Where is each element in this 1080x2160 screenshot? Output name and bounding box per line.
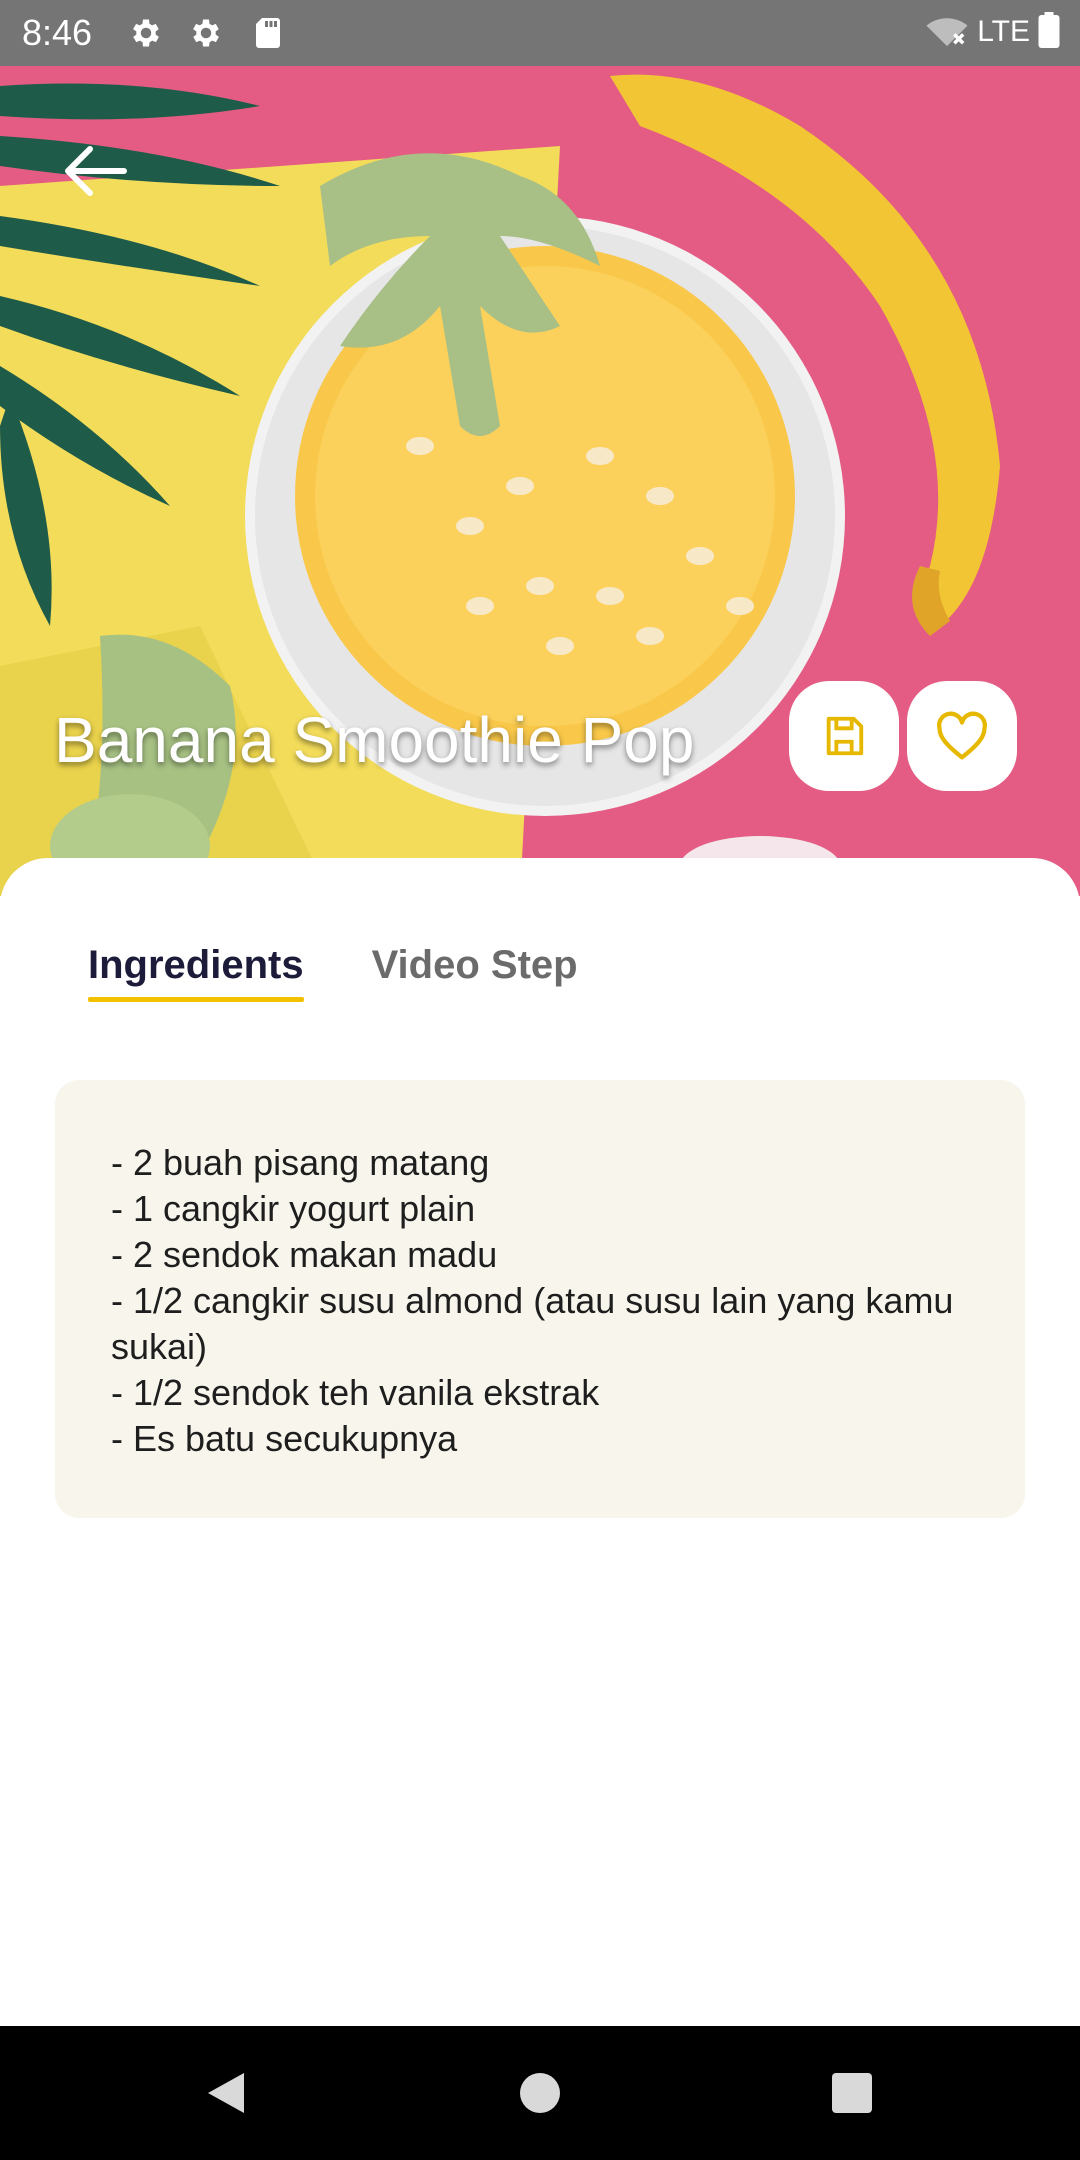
heart-icon bbox=[937, 711, 987, 760]
nav-recents-button[interactable] bbox=[822, 2063, 882, 2123]
tab-ingredients[interactable]: Ingredients bbox=[88, 938, 304, 1002]
ingredients-card: - 2 buah pisang matang - 1 cangkir yogur… bbox=[55, 1080, 1025, 1518]
recipe-detail-screen: 8:46 LTE Banana Smoothie Pop Ingredients… bbox=[0, 0, 1080, 2160]
back-button[interactable] bbox=[50, 126, 140, 216]
system-navigation-bar bbox=[0, 2026, 1080, 2160]
status-time: 8:46 bbox=[22, 12, 93, 53]
wifi-off-icon bbox=[925, 12, 969, 52]
tab-video-step[interactable]: Video Step bbox=[372, 938, 578, 1002]
ingredient-item: - 1/2 cangkir susu almond (atau susu lai… bbox=[111, 1280, 954, 1367]
ingredient-item: - 2 sendok makan madu bbox=[111, 1234, 498, 1275]
battery-icon bbox=[1038, 12, 1060, 52]
home-nav-icon bbox=[520, 2073, 560, 2113]
settings-icon bbox=[128, 15, 164, 51]
ingredient-item: - Es batu secukupnya bbox=[111, 1418, 458, 1459]
tab-bar: Ingredients Video Step bbox=[88, 938, 578, 1002]
favorite-button[interactable] bbox=[907, 681, 1017, 791]
status-right-group: LTE bbox=[925, 12, 1060, 52]
recipe-hero-image: Banana Smoothie Pop bbox=[0, 66, 1080, 896]
settings-icon bbox=[188, 15, 224, 51]
status-bar: 8:46 LTE bbox=[0, 0, 1080, 66]
back-nav-icon bbox=[208, 2073, 244, 2113]
recipe-title: Banana Smoothie Pop bbox=[54, 704, 695, 776]
save-icon bbox=[826, 716, 864, 756]
ingredient-item: - 1/2 sendok teh vanila ekstrak bbox=[111, 1372, 600, 1413]
nav-back-button[interactable] bbox=[196, 2063, 256, 2123]
recents-nav-icon bbox=[832, 2073, 872, 2113]
ingredient-item: - 2 buah pisang matang bbox=[111, 1142, 490, 1183]
sd-card-icon bbox=[250, 15, 286, 51]
ingredient-item: - 1 cangkir yogurt plain bbox=[111, 1188, 476, 1229]
network-type: LTE bbox=[977, 15, 1030, 48]
recipe-content-sheet: Ingredients Video Step - 2 buah pisang m… bbox=[0, 858, 1080, 2026]
save-button[interactable] bbox=[789, 681, 899, 791]
arrow-left-icon bbox=[65, 146, 127, 196]
nav-home-button[interactable] bbox=[510, 2063, 570, 2123]
